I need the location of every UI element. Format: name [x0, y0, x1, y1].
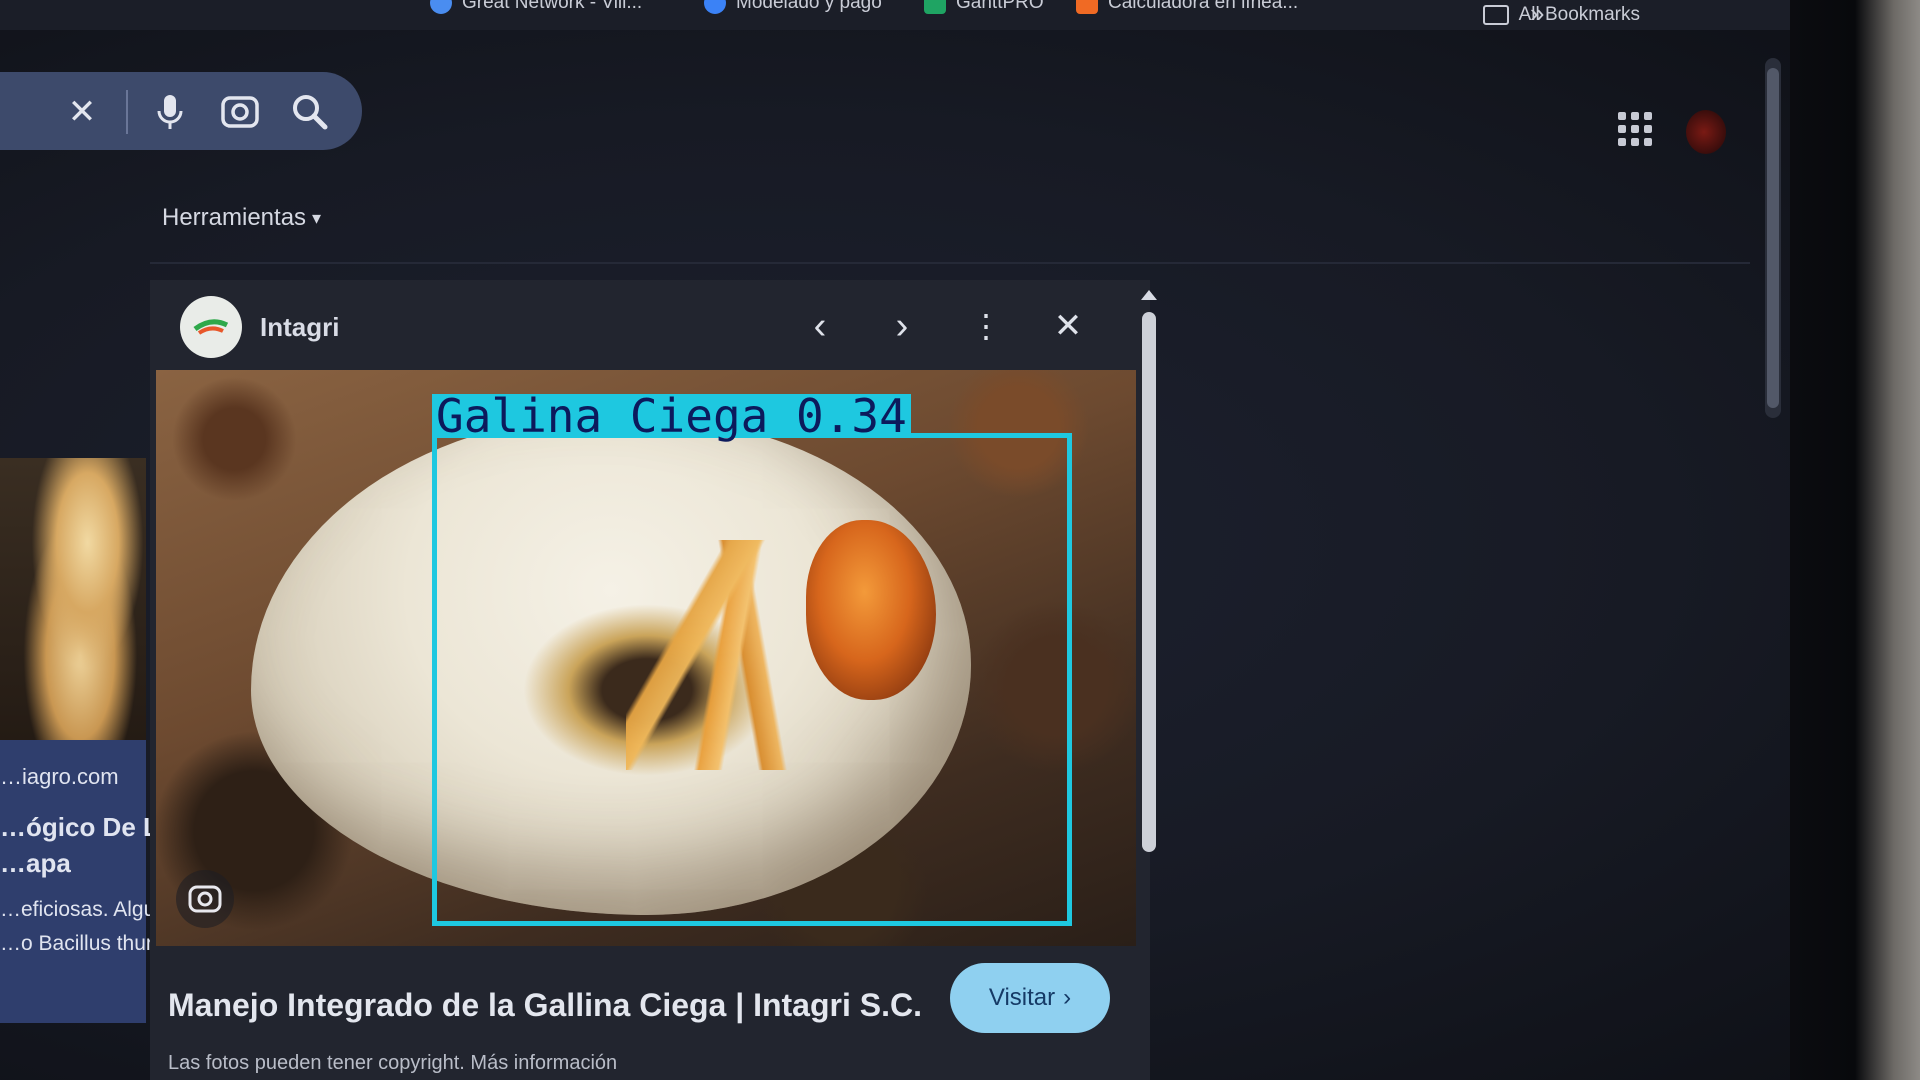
search-icon[interactable]: [288, 90, 332, 134]
folder-icon: [1482, 5, 1509, 25]
chevron-right-icon: ›: [1063, 984, 1072, 1011]
chevron-right-icon[interactable]: ›: [882, 305, 922, 347]
lens-camera-icon[interactable]: [218, 90, 262, 134]
bookmark-item[interactable]: Modelado y pago: [704, 0, 882, 14]
lens-camera-icon-svg: [221, 96, 259, 128]
close-icon[interactable]: ✕: [1048, 306, 1088, 346]
result-title-line[interactable]: …apa: [0, 848, 71, 879]
screen: Great Network - Vill... Modelado y pago …: [0, 0, 1920, 1080]
bookmark-item[interactable]: Calculadora en línea...: [1076, 0, 1298, 14]
all-bookmarks-label: All Bookmarks: [1518, 4, 1640, 25]
microphone-icon[interactable]: [148, 90, 192, 134]
clear-icon[interactable]: ✕: [60, 90, 104, 134]
copyright-notice[interactable]: Las fotos pueden tener copyright. Más in…: [168, 1052, 617, 1075]
result-snippet: …o Bacillus thur: [0, 932, 153, 955]
calculator-icon: [1076, 0, 1098, 14]
search-icon-svg: [293, 95, 328, 130]
left-result-card[interactable]: …iagro.com …ógico De La G …apa …eficiosa…: [0, 458, 201, 1023]
bookmark-label: Great Network - Vill...: [462, 0, 643, 13]
bookmark-item[interactable]: Great Network - Vill...: [430, 0, 642, 14]
site-logo[interactable]: [180, 296, 242, 358]
all-bookmarks-button[interactable]: All Bookmarks: [1482, 4, 1640, 26]
more-vert-icon[interactable]: ⋮: [966, 306, 1006, 346]
visit-label: Visitar: [988, 984, 1056, 1011]
scroll-up-icon[interactable]: [1141, 290, 1157, 300]
header-divider: [150, 262, 1750, 264]
page-scrollbar[interactable]: [1765, 58, 1781, 418]
tools-label: Herramientas: [162, 204, 307, 231]
bookmark-label: GanttPRO: [956, 0, 1044, 13]
detection-bounding-box: [432, 433, 1072, 926]
preview-header: Intagri: [180, 296, 339, 358]
bookmark-item[interactable]: GanttPRO: [924, 0, 1044, 14]
microphone-icon-svg: [157, 95, 183, 129]
globe-icon: [430, 0, 452, 14]
globe-icon: [704, 0, 726, 14]
site-name[interactable]: Intagri: [260, 312, 339, 343]
lens-search-icon[interactable]: [176, 870, 234, 928]
scrollbar-thumb[interactable]: [1142, 312, 1156, 852]
search-divider: [126, 90, 128, 134]
visit-button[interactable]: Visitar ›: [950, 963, 1110, 1033]
bookmark-label: Calculadora en línea...: [1108, 0, 1299, 13]
chevron-left-icon[interactable]: ‹: [800, 305, 840, 347]
bookmarks-bar: Great Network - Vill... Modelado y pago …: [0, 0, 1790, 30]
detection-label: Galina Ciega 0.34: [432, 393, 911, 439]
scrollbar-thumb[interactable]: [1767, 68, 1779, 408]
lens-badge-svg: [188, 885, 222, 913]
result-snippet: …eficiosas. Algun: [0, 898, 167, 921]
avatar[interactable]: [1686, 110, 1726, 154]
search-bar[interactable]: ✕: [0, 72, 362, 150]
tools-dropdown[interactable]: Herramientas ▾: [162, 204, 321, 232]
panel-scrollbar[interactable]: [1140, 290, 1158, 852]
gantt-icon: [924, 0, 946, 14]
chevron-down-icon: ▾: [312, 207, 322, 228]
preview-title[interactable]: Manejo Integrado de la Gallina Ciega | I…: [168, 987, 922, 1024]
apps-grid-icon[interactable]: [1618, 112, 1652, 146]
result-thumbnail[interactable]: [0, 458, 146, 740]
monitor-bezel: [1790, 0, 1920, 1080]
bookmark-label: Modelado y pago: [736, 0, 882, 13]
intagri-logo-icon: [193, 319, 229, 335]
result-source: …iagro.com: [0, 764, 119, 789]
